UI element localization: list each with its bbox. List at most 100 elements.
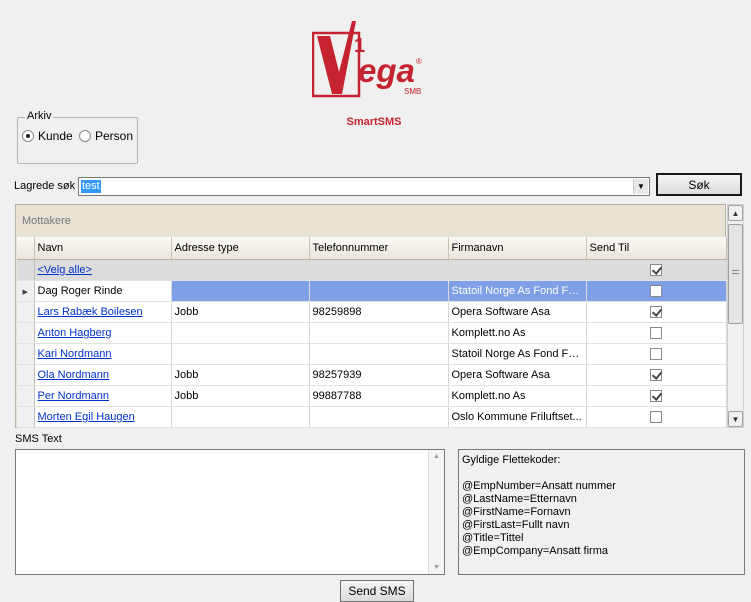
merge-code: @Title=Tittel	[462, 532, 524, 544]
cell-telefonnummer	[309, 280, 449, 302]
cell-firmanavn	[448, 259, 587, 281]
cell-telefonnummer	[309, 259, 449, 281]
table-row[interactable]: Anton Hagberg Komplett.no As	[17, 322, 727, 344]
saved-search-label: Lagrede søk	[14, 180, 76, 192]
cell-navn[interactable]: Per Nordmann	[34, 385, 172, 407]
cell-navn[interactable]: Lars Rabæk Boilesen	[34, 301, 172, 323]
row-header[interactable]	[17, 301, 35, 323]
scroll-down-arrow-icon[interactable]: ▼	[429, 564, 444, 571]
grid-header-corner	[17, 237, 35, 260]
cell-navn[interactable]: Ola Nordmann	[34, 364, 172, 386]
cell-send-til[interactable]	[586, 406, 727, 428]
contact-link[interactable]: Per Nordmann	[38, 390, 110, 402]
cell-telefonnummer	[309, 322, 449, 344]
recipients-caption: Mottakere	[22, 215, 71, 227]
col-header-navn[interactable]: Navn	[34, 237, 172, 260]
cell-navn[interactable]: Morten Egil Haugen	[34, 406, 172, 428]
col-header-telefonnummer[interactable]: Telefonnummer	[309, 237, 449, 260]
send-til-checkbox[interactable]	[650, 347, 662, 360]
scroll-up-arrow-icon[interactable]: ▲	[429, 453, 444, 460]
col-header-send-til[interactable]: Send Til	[586, 237, 727, 260]
row-header[interactable]	[17, 406, 35, 428]
merge-code: @EmpNumber=Ansatt nummer	[462, 480, 616, 492]
send-sms-button[interactable]: Send SMS	[340, 580, 414, 602]
grid-vertical-scrollbar[interactable]: ▲ ▼	[727, 204, 744, 428]
saved-search-value[interactable]: test	[81, 180, 101, 193]
row-header[interactable]	[17, 259, 35, 281]
contact-link[interactable]: Ola Nordmann	[38, 369, 110, 381]
send-til-checkbox[interactable]	[650, 368, 662, 381]
merge-code: @FirstLast=Fullt navn	[462, 519, 570, 531]
radio-kunde-indicator[interactable]	[22, 130, 34, 142]
table-row[interactable]: Ola Nordmann Jobb 98257939 Opera Softwar…	[17, 364, 727, 386]
cell-send-til[interactable]	[586, 364, 727, 386]
merge-code: @FirstName=Fornavn	[462, 506, 571, 518]
send-til-checkbox[interactable]	[650, 410, 662, 423]
cell-telefonnummer: 99887788	[309, 385, 449, 407]
contact-link[interactable]: Anton Hagberg	[38, 327, 112, 339]
radio-kunde[interactable]: Kunde	[22, 129, 73, 143]
cell-navn[interactable]: Anton Hagberg	[34, 322, 172, 344]
cell-send-til[interactable]	[586, 301, 727, 323]
send-til-checkbox[interactable]	[650, 389, 662, 402]
cell-adresse-type: Jobb	[171, 301, 310, 323]
sms-text-area[interactable]: ▲ ▼	[15, 449, 445, 575]
scroll-down-arrow-icon[interactable]: ▼	[728, 411, 743, 427]
table-row[interactable]: Morten Egil Haugen Oslo Kommune Frilufts…	[17, 406, 727, 428]
cell-navn[interactable]: Dag Roger Rinde	[34, 280, 172, 302]
search-button[interactable]: Søk	[656, 173, 742, 196]
cell-adresse-type	[171, 343, 310, 365]
logo-sub: SMB	[404, 87, 421, 96]
cell-firmanavn: Oslo Kommune Friluftset...	[448, 406, 587, 428]
table-row[interactable]: Per Nordmann Jobb 99887788 Komplett.no A…	[17, 385, 727, 407]
cell-firmanavn: Statoil Norge As Fond Fo...	[448, 343, 587, 365]
merge-code: @EmpCompany=Ansatt firma	[462, 545, 608, 557]
col-header-adresse-type[interactable]: Adresse type	[171, 237, 310, 260]
sms-scrollbar[interactable]: ▲ ▼	[428, 450, 444, 574]
table-row[interactable]: Kari Nordmann Statoil Norge As Fond Fo..…	[17, 343, 727, 365]
send-til-checkbox[interactable]	[650, 284, 662, 297]
cell-telefonnummer	[309, 406, 449, 428]
cell-send-til[interactable]	[586, 259, 727, 281]
saved-search-combobox[interactable]: test ▼	[78, 177, 650, 196]
arkiv-legend: Arkiv	[25, 110, 54, 122]
cell-send-til[interactable]	[586, 322, 727, 344]
row-header[interactable]	[17, 322, 35, 344]
contact-link[interactable]: Morten Egil Haugen	[38, 411, 135, 423]
row-header[interactable]	[17, 385, 35, 407]
cell-telefonnummer: 98257939	[309, 364, 449, 386]
cell-send-til[interactable]	[586, 280, 727, 302]
merge-codes-title: Gyldige Flettekoder:	[462, 454, 561, 466]
recipients-grid: Navn Adresse type Telefonnummer Firmanav…	[17, 237, 727, 428]
table-row[interactable]: <Velg alle>	[17, 259, 727, 281]
row-header[interactable]	[17, 343, 35, 365]
row-header[interactable]	[17, 364, 35, 386]
cell-navn[interactable]: Kari Nordmann	[34, 343, 172, 365]
grip-icon	[732, 270, 739, 274]
row-header[interactable]: ▶	[17, 280, 35, 302]
cell-send-til[interactable]	[586, 385, 727, 407]
select-all-link[interactable]: <Velg alle>	[38, 264, 92, 276]
contact-link[interactable]: Kari Nordmann	[38, 348, 112, 360]
sms-text-label: SMS Text	[15, 433, 62, 445]
table-row[interactable]: Lars Rabæk Boilesen Jobb 98259898 Opera …	[17, 301, 727, 323]
send-til-checkbox[interactable]	[650, 263, 662, 276]
cell-telefonnummer: 98259898	[309, 301, 449, 323]
contact-link[interactable]: Lars Rabæk Boilesen	[38, 306, 143, 318]
grid-scroll-thumb[interactable]	[728, 224, 743, 324]
grid-header-row: Navn Adresse type Telefonnummer Firmanav…	[17, 237, 727, 260]
cell-adresse-type	[171, 259, 310, 281]
cell-adresse-type	[171, 406, 310, 428]
dropdown-arrow-icon[interactable]: ▼	[633, 179, 648, 194]
radio-person[interactable]: Person	[79, 129, 133, 143]
cell-send-til[interactable]	[586, 343, 727, 365]
col-header-firmanavn[interactable]: Firmanavn	[448, 237, 587, 260]
logo-registered: ®	[416, 57, 422, 66]
send-til-checkbox[interactable]	[650, 305, 662, 318]
cell-firmanavn: Komplett.no As	[448, 322, 587, 344]
send-til-checkbox[interactable]	[650, 326, 662, 339]
scroll-up-arrow-icon[interactable]: ▲	[728, 205, 743, 221]
table-row[interactable]: ▶ Dag Roger Rinde Statoil Norge As Fond …	[17, 280, 727, 302]
radio-person-indicator[interactable]	[79, 130, 91, 142]
cell-navn[interactable]: <Velg alle>	[34, 259, 172, 281]
